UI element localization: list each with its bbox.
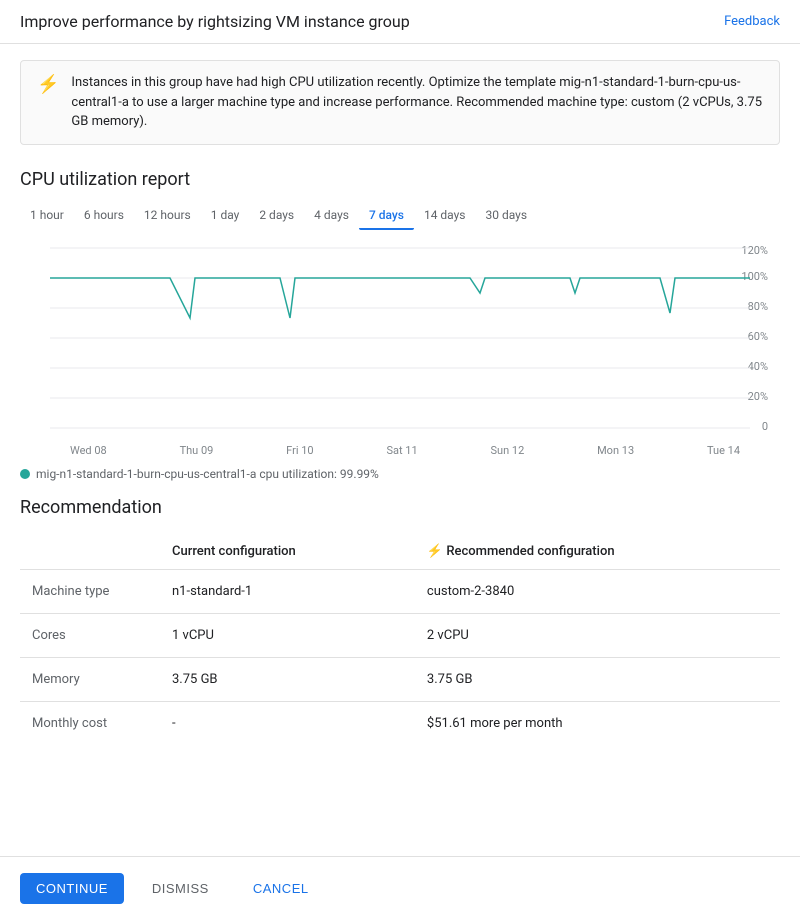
x-label-thu: Thu 09 xyxy=(180,444,214,457)
svg-text:60%: 60% xyxy=(748,330,768,343)
footer: CONTINUE DISMISS CANCEL xyxy=(0,856,800,920)
row-recommended: 3.75 GB xyxy=(415,657,780,701)
svg-text:100%: 100% xyxy=(741,270,768,283)
svg-text:20%: 20% xyxy=(748,390,768,403)
alert-icon: ⚡ xyxy=(37,74,59,95)
recommendation-table: Current configuration ⚡ Recommended conf… xyxy=(20,534,780,745)
page-title: Improve performance by rightsizing VM in… xyxy=(20,12,410,31)
row-label: Cores xyxy=(20,613,160,657)
chart-x-labels: Wed 08 Thu 09 Fri 10 Sat 11 Sun 12 Mon 1… xyxy=(20,442,780,459)
legend-text: mig-n1-standard-1-burn-cpu-us-central1-a… xyxy=(36,467,379,481)
recommendation-section: Recommendation Current configuration ⚡ R… xyxy=(0,489,800,745)
x-label-mon: Mon 13 xyxy=(597,444,634,457)
row-recommended: 2 vCPU xyxy=(415,613,780,657)
time-tab-14-days[interactable]: 14 days xyxy=(414,202,476,230)
row-current: 3.75 GB xyxy=(160,657,415,701)
row-current: n1-standard-1 xyxy=(160,569,415,613)
col-header-recommended: ⚡ Recommended configuration xyxy=(415,534,780,570)
row-label: Machine type xyxy=(20,569,160,613)
table-row: Monthly cost - $51.61 more per month xyxy=(20,701,780,745)
recommendation-title: Recommendation xyxy=(20,497,780,518)
row-current: - xyxy=(160,701,415,745)
col-header-current: Current configuration xyxy=(160,534,415,570)
time-tab-1-day[interactable]: 1 day xyxy=(201,202,250,230)
continue-button[interactable]: CONTINUE xyxy=(20,873,124,904)
page-header: Improve performance by rightsizing VM in… xyxy=(0,0,800,44)
alert-text: Instances in this group have had high CP… xyxy=(71,73,763,132)
dismiss-button[interactable]: DISMISS xyxy=(136,873,225,904)
table-row: Cores 1 vCPU 2 vCPU xyxy=(20,613,780,657)
time-tab-4-days[interactable]: 4 days xyxy=(304,202,359,230)
chart-legend: mig-n1-standard-1-burn-cpu-us-central1-a… xyxy=(0,459,800,489)
time-tabs: 1 hour6 hours12 hours1 day2 days4 days7 … xyxy=(20,202,780,230)
recommended-star-icon: ⚡ xyxy=(427,544,446,559)
time-tab-7-days[interactable]: 7 days xyxy=(359,202,414,230)
table-row: Machine type n1-standard-1 custom-2-3840 xyxy=(20,569,780,613)
row-recommended: custom-2-3840 xyxy=(415,569,780,613)
x-label-fri: Fri 10 xyxy=(286,444,313,457)
time-tab-6-hours[interactable]: 6 hours xyxy=(74,202,134,230)
x-label-sat: Sat 11 xyxy=(386,444,417,457)
col-header-label xyxy=(20,534,160,570)
svg-text:0: 0 xyxy=(762,420,768,433)
x-label-sun: Sun 12 xyxy=(490,444,524,457)
alert-box: ⚡ Instances in this group have had high … xyxy=(20,60,780,145)
cpu-section-title: CPU utilization report xyxy=(20,169,780,190)
x-label-tue: Tue 14 xyxy=(707,444,740,457)
table-row: Memory 3.75 GB 3.75 GB xyxy=(20,657,780,701)
row-label: Memory xyxy=(20,657,160,701)
cpu-section: CPU utilization report 1 hour6 hours12 h… xyxy=(0,161,800,459)
cpu-chart: 120% 100% 80% 60% 40% 20% 0 xyxy=(20,238,780,438)
row-label: Monthly cost xyxy=(20,701,160,745)
time-tab-1-hour[interactable]: 1 hour xyxy=(20,202,74,230)
x-label-wed: Wed 08 xyxy=(70,444,107,457)
time-tab-30-days[interactable]: 30 days xyxy=(476,202,538,230)
feedback-link[interactable]: Feedback xyxy=(724,14,780,29)
legend-dot-icon xyxy=(20,469,30,479)
time-tab-2-days[interactable]: 2 days xyxy=(249,202,304,230)
svg-text:80%: 80% xyxy=(748,300,768,313)
time-tab-12-hours[interactable]: 12 hours xyxy=(134,202,201,230)
cancel-button[interactable]: CANCEL xyxy=(237,873,325,904)
row-recommended: $51.61 more per month xyxy=(415,701,780,745)
row-current: 1 vCPU xyxy=(160,613,415,657)
svg-text:40%: 40% xyxy=(748,360,768,373)
svg-text:120%: 120% xyxy=(741,244,768,257)
